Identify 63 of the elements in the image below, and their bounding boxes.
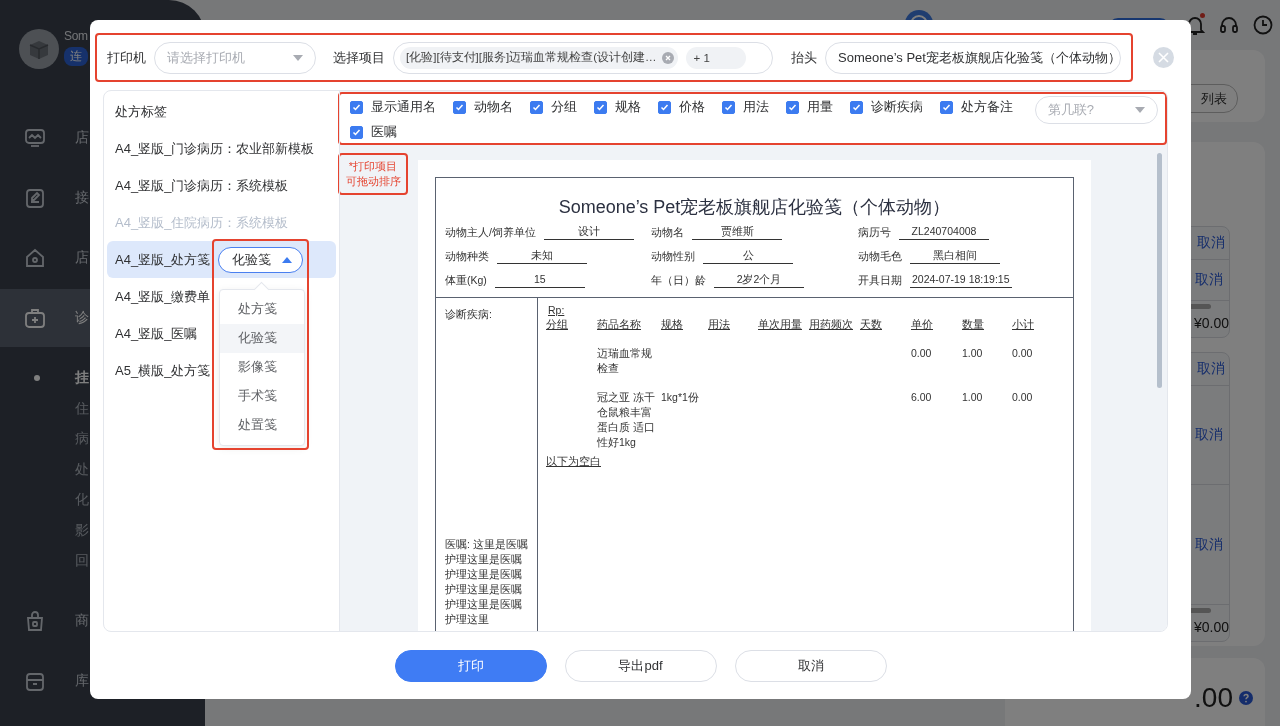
- field-label: 动物名: [651, 225, 684, 240]
- checkbox-label: 诊断疾病: [871, 98, 923, 116]
- field-label: 动物性别: [651, 249, 695, 264]
- checkbox-label: 用量: [807, 98, 833, 116]
- field-value: 设计: [543, 224, 634, 240]
- hint-text: 可拖动排序: [345, 174, 401, 189]
- list-heading: 处方标签: [115, 102, 167, 121]
- column-header: 天数: [860, 318, 882, 330]
- field-label: 动物毛色: [858, 249, 902, 264]
- checkbox-label: 规格: [615, 98, 641, 116]
- diagnosis-label: 诊断疾病:: [445, 308, 493, 322]
- amount-text: .00: [1194, 682, 1233, 714]
- table-cell-text: 0.00: [1012, 390, 1034, 405]
- column-header: 数量: [962, 318, 984, 330]
- table-cell-text: 迈瑞血常规检查: [597, 346, 653, 376]
- field-label: 病历号: [858, 225, 891, 240]
- total-amount: ¥0.00: [1193, 619, 1229, 635]
- column-header: 规格: [661, 318, 683, 330]
- field-value: 黑白相间: [910, 248, 1000, 264]
- checkbox-label: 分组: [551, 98, 577, 116]
- document-title: Someone’s Pet宠老板旗舰店化验笺（个体动物）: [557, 196, 952, 218]
- status-badge: 连: [64, 47, 88, 66]
- table-cell-text: 1.00: [962, 346, 984, 361]
- field-value: 2岁2个月: [714, 272, 804, 288]
- field-value: 公: [703, 248, 793, 264]
- field-value: 未知: [497, 248, 587, 264]
- field-label: 动物种类: [445, 249, 489, 264]
- column-header: 小计: [1012, 318, 1034, 330]
- brand-name: Som: [64, 29, 88, 43]
- total-amount: ¥0.00: [1193, 315, 1229, 331]
- heading-label: 抬头: [791, 48, 817, 67]
- field-label: 体重(Kg): [445, 273, 487, 288]
- field-value: 15: [494, 272, 585, 288]
- field-label: 年（日）龄: [651, 273, 706, 288]
- column-header: 单次用量: [758, 318, 802, 330]
- column-header: 药品名称: [597, 318, 641, 330]
- table-cell-text: 1kg*1份: [661, 390, 700, 405]
- table-cell-text: 0.00: [1012, 346, 1034, 361]
- field-value: 2024-07-19 18:19:15: [910, 272, 1012, 288]
- items-label: 选择项目: [333, 48, 385, 67]
- table-cell-text: 冠之亚 冻干仓鼠粮丰富蛋白质 适口性好1kg: [597, 390, 656, 450]
- checkbox-label: 处方备注: [961, 98, 1013, 116]
- table-cell-text: 0.00: [911, 346, 933, 361]
- column-header: 用法: [708, 318, 730, 330]
- hint-text: *打印项目: [348, 159, 398, 174]
- field-label: 开具日期: [858, 273, 902, 288]
- rp-label: Rp:: [548, 304, 565, 316]
- end-note: 以下为空白: [546, 455, 601, 467]
- checkbox-label: 用法: [743, 98, 769, 116]
- advice-text: 医嘱: 这里是医嘱护理这里是医嘱护理这里是医嘱护理这里是医嘱护理这里是医嘱护理这里: [445, 537, 529, 627]
- field-label: 动物主人/饲养单位: [445, 225, 536, 240]
- table-cell-text: 1.00: [962, 390, 984, 405]
- checkbox-label: 动物名: [474, 98, 513, 116]
- table-cell-text: 6.00: [911, 390, 933, 405]
- checkbox-label: 显示通用名: [371, 98, 436, 116]
- field-value: 贾维斯: [692, 224, 782, 240]
- column-header: 单价: [911, 318, 933, 330]
- field-value: ZL240704008: [899, 224, 989, 240]
- checkbox-label: 医嘱: [371, 123, 397, 141]
- checkbox-label: 价格: [679, 98, 705, 116]
- column-header: 分组: [546, 318, 568, 330]
- column-header: 用药频次: [809, 318, 853, 330]
- printer-label: 打印机: [107, 48, 146, 67]
